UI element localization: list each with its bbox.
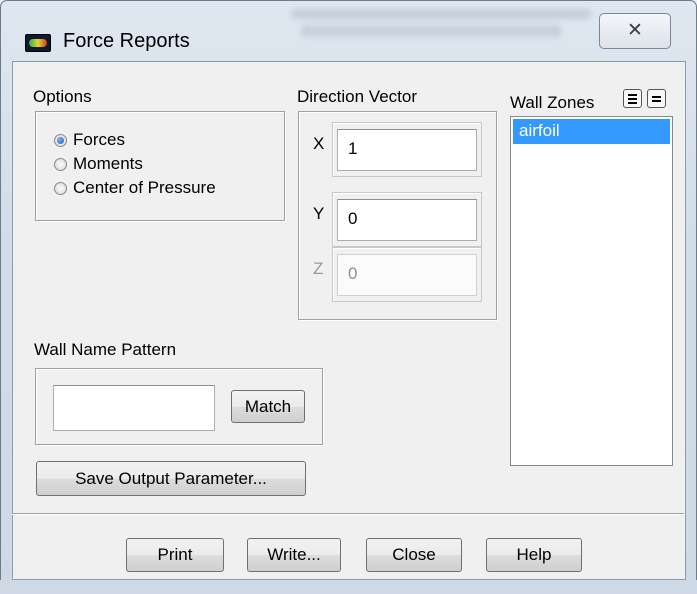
y-input[interactable]: 0	[337, 199, 477, 241]
y-field-slot: 0	[332, 192, 482, 247]
radio-center-of-pressure[interactable]: Center of Pressure	[54, 178, 216, 198]
help-button[interactable]: Help	[486, 538, 582, 572]
footer-separator	[12, 513, 684, 515]
wall-name-pattern-label: Wall Name Pattern	[34, 340, 177, 359]
background-window-blur	[301, 25, 561, 37]
z-field-slot: 0	[332, 247, 482, 302]
wall-zones-label: Wall Zones	[510, 93, 595, 112]
radio-moments[interactable]: Moments	[54, 154, 143, 174]
radio-label: Forces	[73, 130, 125, 149]
wall-zones-list[interactable]: airfoil	[510, 116, 673, 466]
close-button[interactable]: Close	[366, 538, 462, 572]
write-button[interactable]: Write...	[247, 538, 341, 572]
options-label: Options	[33, 87, 92, 106]
radio-indicator-selected	[54, 133, 67, 147]
wall-name-pattern-input[interactable]	[53, 385, 215, 431]
x-label: X	[313, 134, 325, 153]
print-button[interactable]: Print	[126, 538, 224, 572]
options-group: Forces Moments Center of Pressure	[35, 111, 285, 221]
x-field-slot: 1	[332, 122, 482, 177]
y-label: Y	[313, 204, 325, 223]
radio-forces[interactable]: Forces	[54, 130, 125, 150]
window-title: Force Reports	[63, 30, 190, 52]
save-output-parameter-button[interactable]: Save Output Parameter...	[36, 461, 306, 496]
deselect-all-icon[interactable]	[647, 89, 666, 108]
window-bottom-edge	[0, 580, 697, 594]
radio-indicator	[54, 157, 67, 171]
window-close-button[interactable]: ✕	[599, 13, 671, 49]
direction-vector-label: Direction Vector	[297, 87, 417, 106]
x-input[interactable]: 1	[337, 129, 477, 171]
fluent-app-icon	[25, 34, 51, 52]
z-label: Z	[313, 259, 324, 278]
select-all-icon[interactable]	[623, 89, 642, 108]
wall-zone-item-airfoil[interactable]: airfoil	[513, 119, 670, 144]
z-input: 0	[337, 254, 477, 296]
dialog-client-area: Options Forces Moments Center of Pressur…	[12, 61, 686, 580]
radio-indicator	[54, 181, 67, 195]
background-window-blur	[291, 9, 591, 19]
match-button[interactable]: Match	[231, 390, 305, 423]
radio-label: Center of Pressure	[73, 178, 216, 197]
radio-label: Moments	[73, 154, 143, 173]
close-icon: ✕	[627, 20, 643, 41]
wall-name-pattern-group: Match	[35, 368, 323, 445]
direction-vector-group: X 1 Y 0 Z 0	[298, 111, 497, 320]
